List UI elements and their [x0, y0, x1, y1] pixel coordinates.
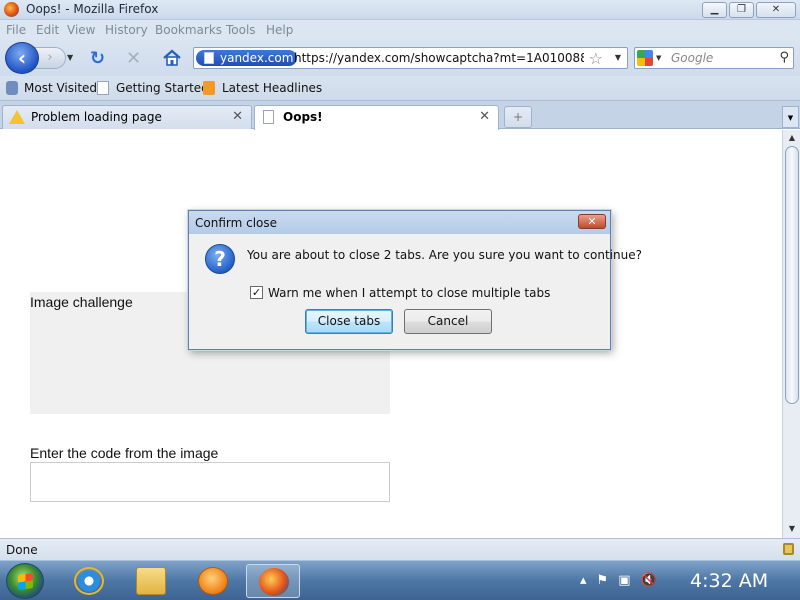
warn-checkbox-label[interactable]: Warn me when I attempt to close multiple…	[268, 286, 550, 300]
menu-view[interactable]: View	[67, 23, 95, 37]
new-tab-button[interactable]: +	[504, 106, 532, 128]
status-bar: Done	[0, 538, 800, 560]
page-icon	[97, 81, 109, 95]
taskbar-internet-explorer[interactable]	[62, 564, 116, 598]
menu-bar: File Edit View History Bookmarks Tools H…	[0, 20, 800, 40]
tab-list-button[interactable]: ▼	[782, 106, 799, 128]
url-input[interactable]: https://yandex.com/showcaptcha?mt=1A0100…	[294, 51, 584, 65]
internet-explorer-icon	[74, 567, 104, 595]
firefox-icon	[259, 568, 289, 596]
cancel-button[interactable]: Cancel	[404, 309, 492, 334]
system-tray: ▴ ⚑ ▣ 🔇	[580, 573, 657, 588]
window-titlebar: Oops! - Mozilla Firefox ▁ ❐ ✕	[0, 0, 800, 20]
window-controls: ▁ ❐ ✕	[702, 2, 796, 18]
image-challenge-heading: Image challenge	[30, 294, 133, 310]
network-icon[interactable]: ▣	[618, 573, 630, 588]
google-engine-icon[interactable]	[637, 50, 653, 66]
volume-muted-icon[interactable]: 🔇	[640, 573, 656, 588]
taskbar-windows-explorer[interactable]	[124, 564, 178, 598]
confirm-close-dialog: Confirm close ✕ ? You are about to close…	[188, 210, 642, 350]
page-icon	[204, 52, 214, 64]
address-bar[interactable]: yandex.com https://yandex.com/showcaptch…	[193, 47, 628, 69]
maximize-button[interactable]: ❐	[729, 2, 754, 18]
taskbar-clock[interactable]: 4:32 AM	[690, 570, 768, 592]
reload-button[interactable]: ↻	[90, 48, 105, 69]
tab-oops[interactable]: Oops! ✕	[254, 105, 499, 130]
captcha-code-input[interactable]	[30, 462, 390, 502]
url-dropdown-icon[interactable]: ▼	[615, 53, 621, 62]
scroll-down-arrow-icon[interactable]: ▼	[785, 522, 799, 536]
menu-bookmarks[interactable]: Bookmarks	[155, 23, 222, 37]
rss-feed-icon	[203, 81, 215, 95]
search-bar[interactable]: ▼ Google ⚲	[634, 47, 794, 69]
folder-icon	[136, 567, 166, 595]
show-hidden-icons-icon[interactable]: ▴	[580, 573, 587, 588]
search-icon[interactable]: ⚲	[779, 50, 789, 65]
lock-icon[interactable]	[783, 543, 794, 555]
navigation-toolbar: › ‹ ▼ ↻ ✕ yandex.com https://yandex.com/…	[0, 40, 800, 76]
question-icon: ?	[205, 244, 235, 274]
bookmarks-toolbar: Most Visited Getting Started Latest Head…	[0, 76, 800, 101]
firefox-icon[interactable]	[4, 2, 19, 17]
dialog-close-button[interactable]: ✕	[578, 214, 606, 229]
tab-label: Oops!	[283, 110, 323, 124]
search-input[interactable]: Google	[671, 51, 713, 65]
bookmark-getting-started[interactable]: Getting Started	[116, 81, 209, 95]
warning-icon	[9, 110, 25, 124]
code-label: Enter the code from the image	[30, 445, 219, 461]
minimize-button[interactable]: ▁	[702, 2, 727, 18]
windows-logo-icon	[18, 572, 33, 591]
engine-dropdown-icon[interactable]: ▼	[656, 54, 661, 62]
stop-button[interactable]: ✕	[126, 48, 141, 69]
warn-checkbox[interactable]: ✓	[250, 286, 263, 299]
bookmark-latest-headlines[interactable]: Latest Headlines	[222, 81, 322, 95]
menu-file[interactable]: File	[6, 23, 26, 37]
site-identity-button[interactable]: yandex.com	[196, 50, 298, 66]
scroll-up-arrow-icon[interactable]: ▲	[785, 131, 799, 145]
site-identity-label: yandex.com	[220, 51, 294, 65]
most-visited-icon	[6, 81, 18, 95]
tab-close-icon[interactable]: ✕	[232, 109, 243, 124]
taskbar-media-player[interactable]	[186, 564, 240, 598]
history-dropdown-icon[interactable]: ▼	[67, 53, 73, 62]
windows-taskbar: ▴ ⚑ ▣ 🔇 4:32 AM	[0, 560, 800, 600]
bookmark-most-visited[interactable]: Most Visited	[24, 81, 97, 95]
back-button[interactable]: ‹	[5, 42, 39, 74]
close-tabs-button[interactable]: Close tabs	[305, 309, 393, 334]
close-window-button[interactable]: ✕	[756, 2, 796, 18]
dialog-titlebar: Confirm close ✕	[189, 211, 610, 234]
menu-tools[interactable]: Tools	[226, 23, 256, 37]
tab-bar: Problem loading page ✕ Oops! ✕ + ▼	[0, 101, 800, 130]
dialog-title: Confirm close	[195, 216, 278, 230]
bookmark-star-icon[interactable]: ☆	[589, 49, 603, 68]
home-icon[interactable]	[162, 48, 182, 68]
action-center-flag-icon[interactable]: ⚑	[597, 573, 609, 588]
scrollbar-thumb[interactable]	[785, 146, 799, 404]
taskbar-firefox[interactable]	[246, 564, 300, 598]
tab-label: Problem loading page	[31, 110, 162, 124]
vertical-scrollbar[interactable]: ▲ ▼	[782, 130, 800, 538]
dialog-message: You are about to close 2 tabs. Are you s…	[247, 248, 642, 262]
menu-history[interactable]: History	[105, 23, 148, 37]
media-player-icon	[198, 567, 228, 595]
start-button[interactable]	[6, 563, 44, 599]
page-icon	[263, 110, 274, 124]
menu-help[interactable]: Help	[266, 23, 293, 37]
status-text: Done	[6, 543, 38, 557]
menu-edit[interactable]: Edit	[36, 23, 59, 37]
tab-close-icon[interactable]: ✕	[479, 109, 490, 124]
window-title: Oops! - Mozilla Firefox	[26, 2, 159, 16]
tab-problem-loading[interactable]: Problem loading page ✕	[2, 105, 252, 129]
